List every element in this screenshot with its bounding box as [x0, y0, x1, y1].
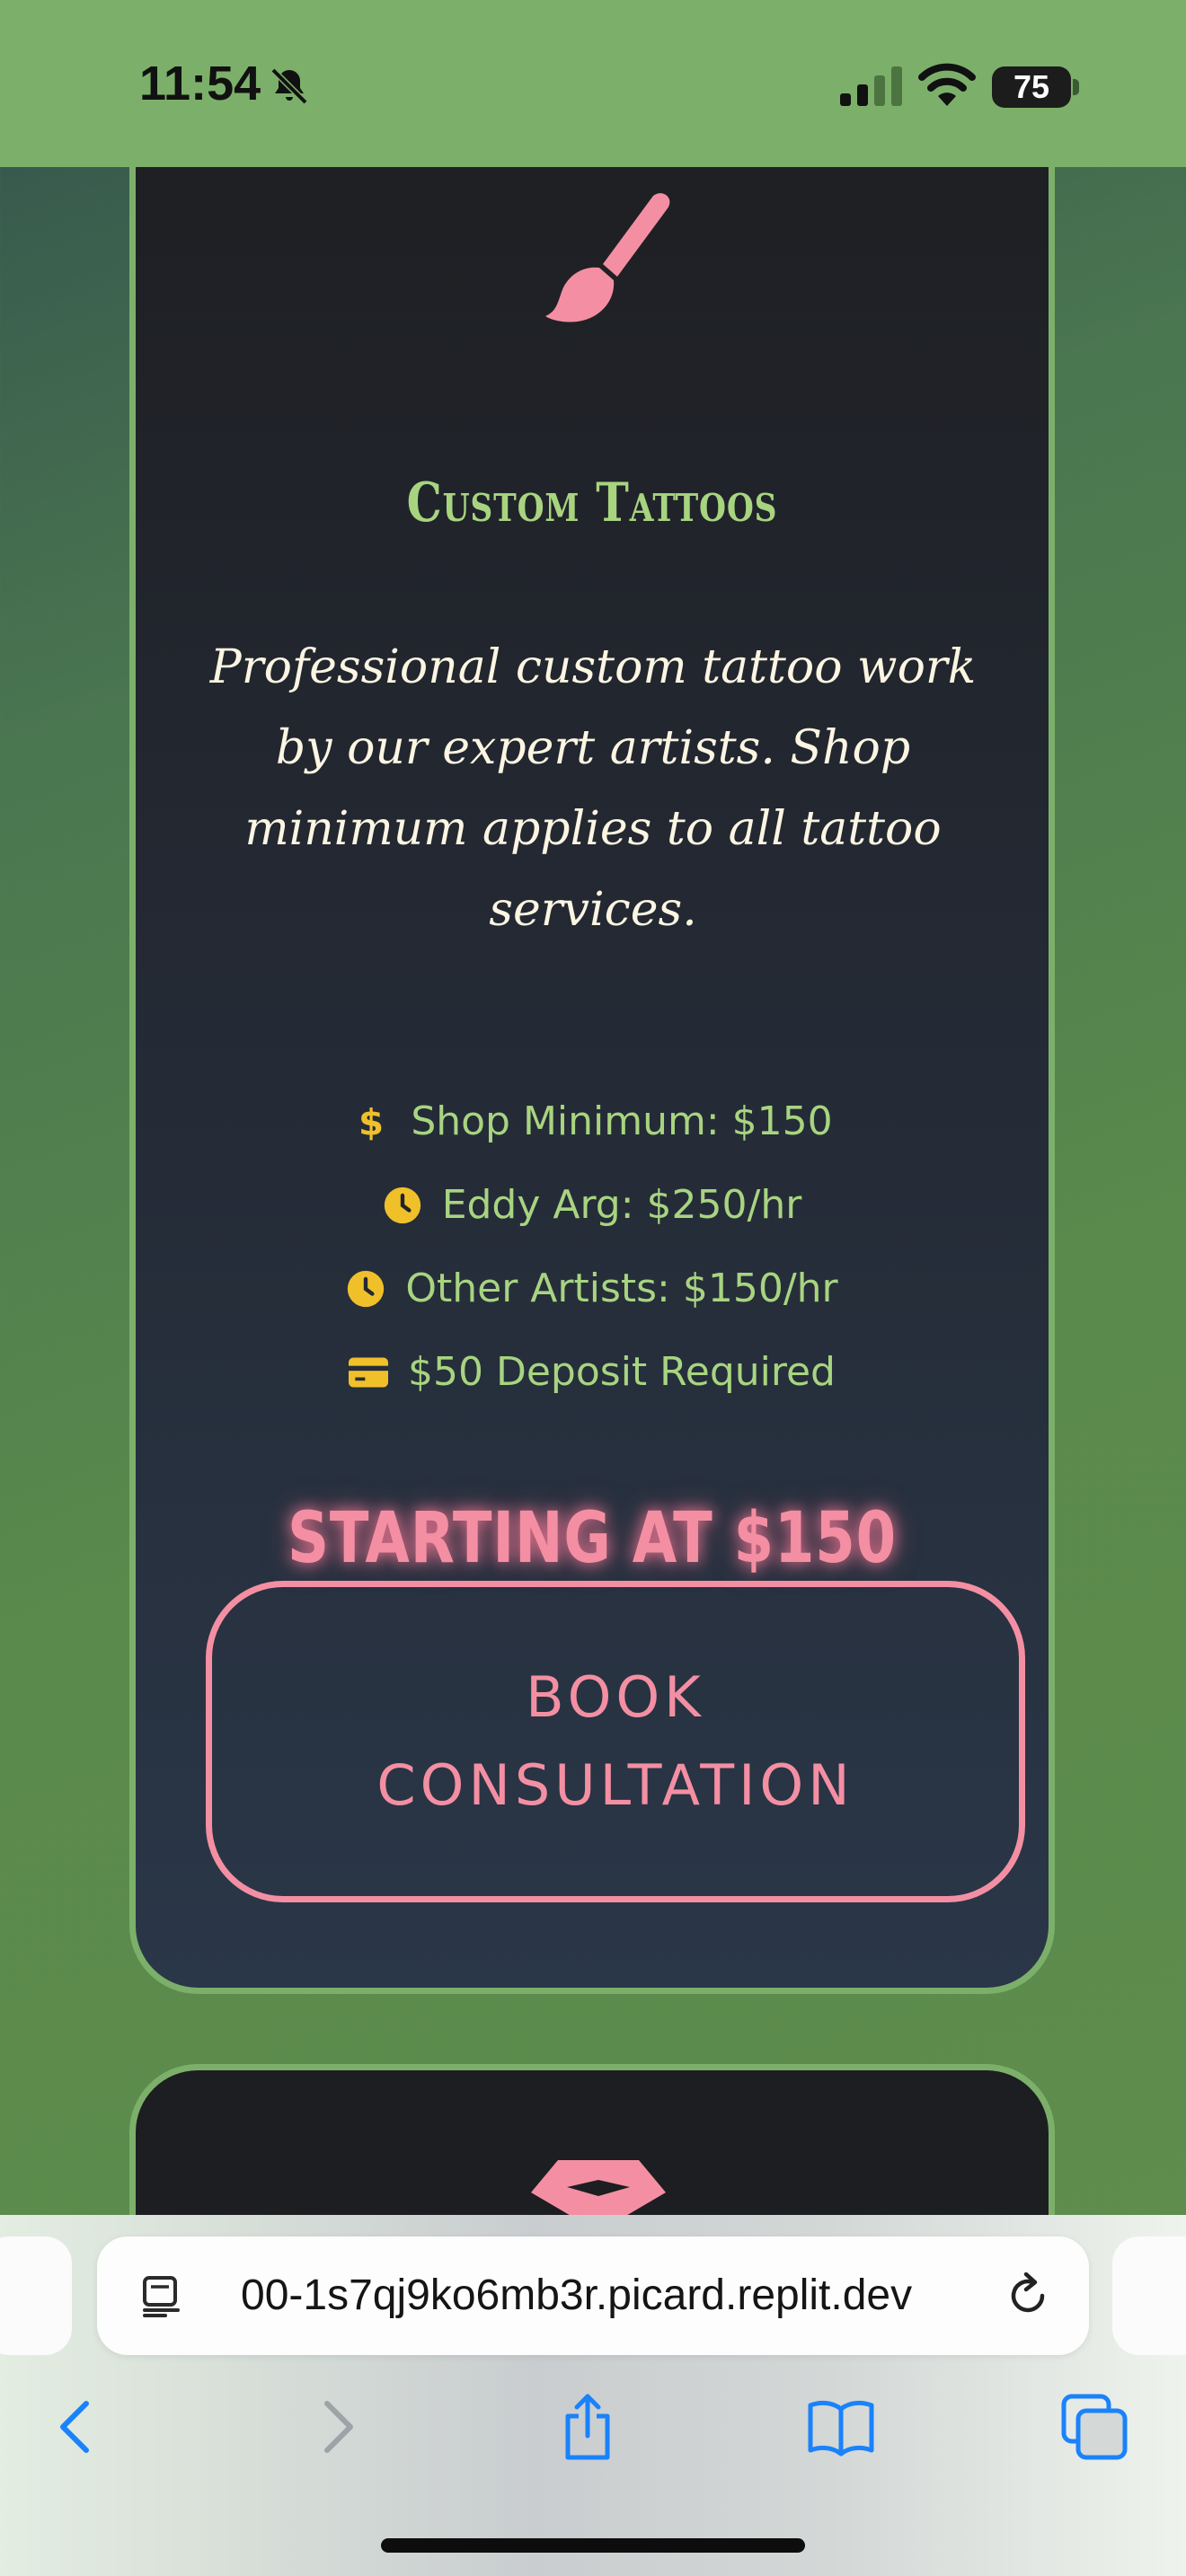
detail-text: Eddy Arg: $250/hr [441, 1182, 802, 1228]
credit-card-icon [349, 1357, 388, 1387]
reload-icon[interactable] [1005, 2272, 1051, 2319]
detail-row-other-artists-rate: Other Artists: $150/hr [136, 1247, 1049, 1330]
forward-icon[interactable] [300, 2391, 372, 2463]
card-title: Custom Tattoos [406, 472, 778, 534]
status-time: 11:54 [139, 57, 261, 110]
clock-icon [384, 1187, 420, 1223]
url-text[interactable]: 00-1s7qj9ko6mb3r.picard.replit.dev [241, 2236, 951, 2355]
detail-text: Other Artists: $150/hr [405, 1266, 838, 1311]
wifi-icon [918, 63, 976, 106]
detail-row-deposit: $50 Deposit Required [136, 1330, 1049, 1414]
detail-row-shop-minimum: $ Shop Minimum: $150 [136, 1080, 1049, 1163]
page-menu-icon[interactable] [142, 2274, 183, 2317]
detail-text: Shop Minimum: $150 [411, 1098, 833, 1144]
bookmarks-icon[interactable] [805, 2391, 877, 2463]
next-tab-peek[interactable] [1112, 2236, 1186, 2355]
cellular-signal-icon [840, 66, 902, 106]
address-bar[interactable]: 00-1s7qj9ko6mb3r.picard.replit.dev [97, 2236, 1089, 2355]
detail-row-eddy-rate: Eddy Arg: $250/hr [136, 1163, 1049, 1247]
book-consultation-button[interactable]: BOOK CONSULTATION [206, 1581, 1025, 1902]
battery-level: 75 [1013, 68, 1050, 105]
previous-tab-peek[interactable] [0, 2236, 72, 2355]
dollar-icon: $ [358, 1102, 384, 1142]
detail-text: $50 Deposit Required [408, 1349, 836, 1395]
starting-price: STARTING AT $150 [288, 1498, 897, 1579]
pricing-details: $ Shop Minimum: $150 Eddy Arg: $250/hr O… [136, 1080, 1049, 1414]
service-card: Custom Tattoos Professional custom tatto… [129, 126, 1055, 1994]
browser-chrome: 00-1s7qj9ko6mb3r.picard.replit.dev [0, 2215, 1186, 2576]
battery-nub [1073, 79, 1079, 95]
home-indicator [381, 2538, 805, 2553]
svg-text:$: $ [358, 1102, 384, 1142]
paintbrush-icon [545, 193, 670, 322]
share-icon[interactable] [552, 2391, 624, 2463]
card-description: Professional custom tattoo work by our e… [209, 640, 977, 937]
clock-icon [348, 1270, 385, 1307]
tabs-icon[interactable] [1058, 2391, 1130, 2463]
book-consultation-label: BOOK CONSULTATION [376, 1664, 854, 1818]
bell-slash-icon [270, 67, 308, 105]
battery-icon: 75 [992, 66, 1071, 108]
status-bar: 11:54 75 [0, 0, 1186, 167]
back-icon[interactable] [41, 2391, 113, 2463]
